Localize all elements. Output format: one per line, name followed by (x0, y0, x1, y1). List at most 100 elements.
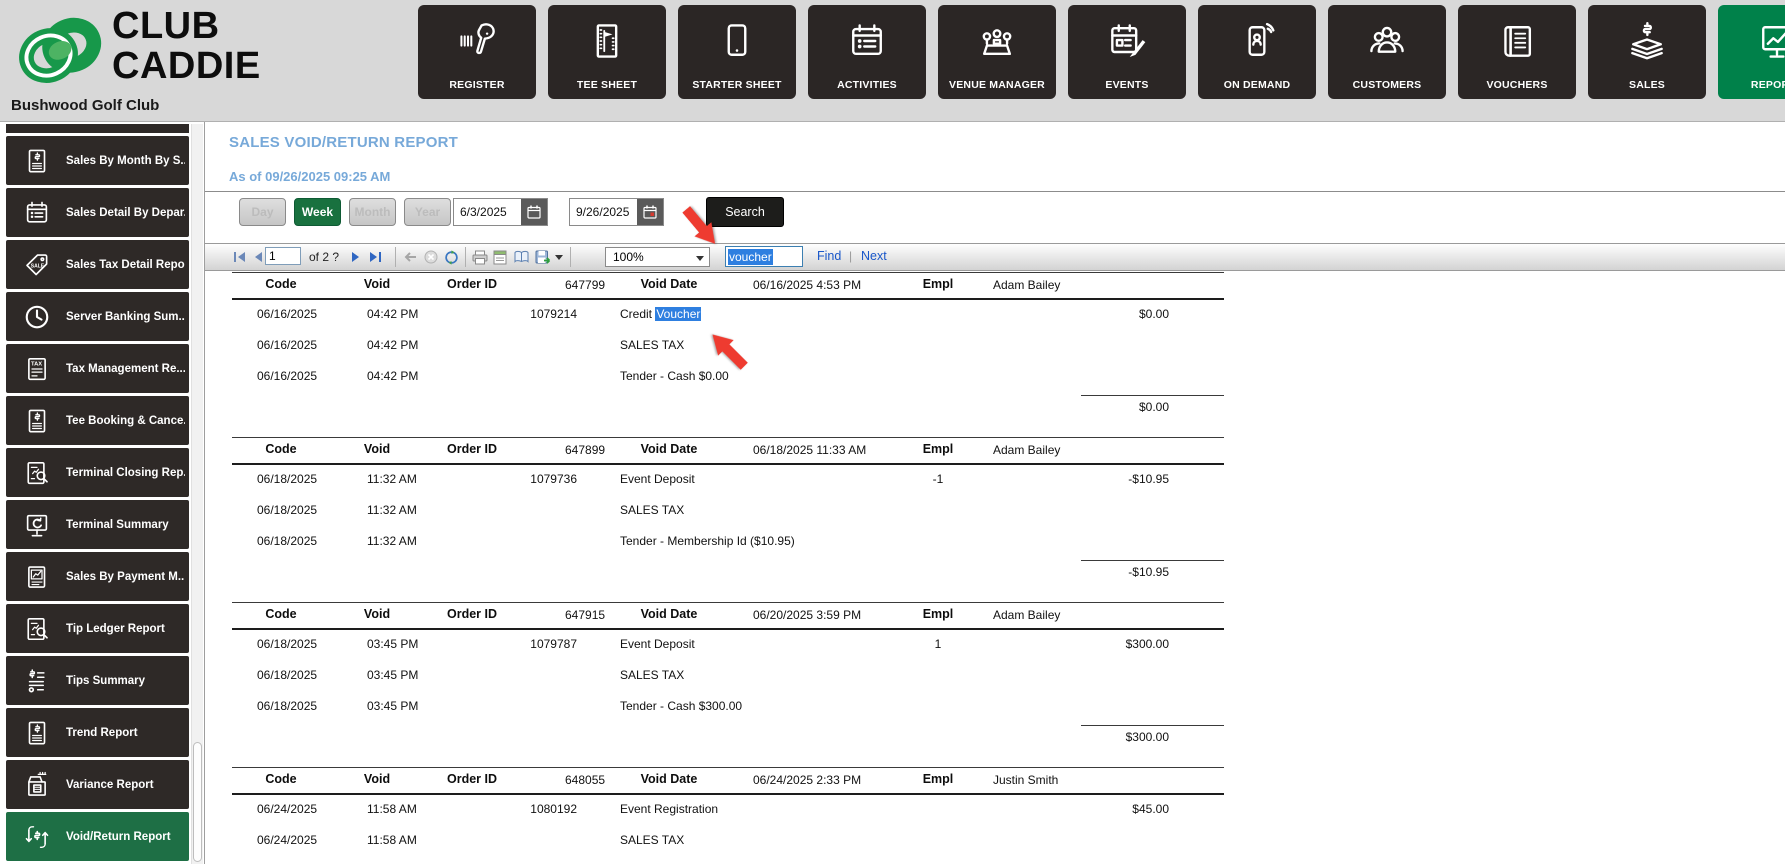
cell-time: 03:45 PM (367, 699, 419, 713)
sidebar-item-tip-ledger-report[interactable]: Tip Ledger Report (6, 604, 189, 653)
cell-date: 06/18/2025 (257, 668, 318, 682)
col-header-void-date: Void Date (640, 442, 698, 456)
nav-venue-manager[interactable]: VENUE MANAGER (938, 5, 1056, 99)
cell-amount: -$10.95 (1128, 472, 1169, 486)
nav-customers[interactable]: CUSTOMERS (1328, 5, 1446, 99)
cell-description: Tender - Membership Id ($10.95) (620, 534, 795, 548)
zoom-select[interactable]: 100% (605, 247, 710, 267)
cell-date: 06/18/2025 (257, 472, 318, 486)
sidebar-item-sales-by-payment-m[interactable]: Sales By Payment M... (6, 552, 189, 601)
app-title: CLUB CADDIE (112, 6, 261, 86)
nav-label: REGISTER (449, 79, 505, 91)
print-layout-button[interactable] (493, 249, 507, 265)
range-button-day[interactable]: Day (239, 198, 286, 226)
nav-label: ON DEMAND (1223, 79, 1291, 91)
zoom-value: 100% (613, 250, 644, 264)
sidebar-item-tips-summary[interactable]: Tips Summary (6, 656, 189, 705)
sidebar-item-trend-report[interactable]: Trend Report (6, 708, 189, 757)
sidebar-item-label: Tee Booking & Cance... (66, 414, 185, 427)
page-setup-button[interactable] (513, 249, 530, 265)
sidebar-item-label: Void/Return Report (66, 830, 171, 843)
sidebar-item-void-return-report[interactable]: Void/Return Report (6, 812, 189, 861)
sidebar-scrollbar[interactable] (191, 124, 203, 864)
invoice-dollar-icon (19, 143, 54, 178)
next-page-button[interactable] (351, 249, 363, 265)
cell-date: 06/16/2025 (257, 369, 318, 383)
nav-events[interactable]: EVENTS (1068, 5, 1186, 99)
col-header-empl: Empl (922, 607, 954, 621)
group-top-rule (232, 602, 1224, 603)
sidebar-item-variance-report[interactable]: Variance Report (6, 760, 189, 809)
group-subtotal: $0.00 (1138, 400, 1169, 414)
range-button-week[interactable]: Week (294, 198, 341, 226)
cell-time: 11:32 AM (367, 472, 417, 486)
sidebar-item-tax-management-re[interactable]: TAX Tax Management Re... (6, 344, 189, 393)
range-button-month[interactable]: Month (349, 198, 396, 226)
sidebar-item-sales-by-month-by-s[interactable]: Sales By Month By S... (6, 136, 189, 185)
start-date-calendar-button[interactable] (521, 199, 547, 225)
col-header-order-id: Order ID (446, 442, 497, 456)
doc-magnifier-icon (19, 611, 54, 646)
previous-page-button[interactable] (251, 249, 263, 265)
first-page-button[interactable] (233, 249, 246, 265)
sidebar-scrollbar-thumb[interactable] (193, 742, 202, 862)
sidebar-item-partial[interactable] (6, 124, 189, 133)
stop-button[interactable] (424, 249, 438, 265)
print-button[interactable] (472, 249, 488, 265)
group-void-date: 06/18/2025 11:33 AM (753, 443, 867, 457)
nav-sales[interactable]: SALES (1588, 5, 1706, 99)
group-order-id: 647899 (565, 443, 606, 457)
sidebar-item-terminal-closing-rep[interactable]: Terminal Closing Rep... (6, 448, 189, 497)
subtotal-rule (1081, 725, 1224, 726)
col-header-void-date: Void Date (640, 277, 698, 291)
end-date-field[interactable]: 9/26/2025 (569, 198, 664, 226)
next-button[interactable]: Next (861, 249, 887, 263)
subtotal-rule (1081, 560, 1224, 561)
find-text-input[interactable]: voucher (725, 246, 803, 267)
refresh-button[interactable] (444, 249, 459, 265)
cell-qty: -1 (932, 472, 944, 486)
nav-label: REPORTS (1750, 79, 1785, 91)
sidebar-item-label: Tips Summary (66, 674, 146, 687)
nav-on-demand[interactable]: ON DEMAND (1198, 5, 1316, 99)
export-dropdown-caret[interactable] (555, 249, 563, 265)
find-button[interactable]: Find (817, 249, 841, 263)
sidebar-item-server-banking-sum[interactable]: Server Banking Sum... (6, 292, 189, 341)
last-page-button[interactable] (369, 249, 382, 265)
dollar-list-icon (19, 663, 54, 698)
toolbar-separator (395, 247, 396, 267)
back-button[interactable] (403, 249, 417, 265)
cell-time: 11:58 AM (367, 802, 417, 816)
nav-register[interactable]: REGISTER (418, 5, 536, 99)
range-button-year[interactable]: Year (404, 198, 451, 226)
start-date-value[interactable]: 6/3/2025 (460, 199, 507, 225)
sidebar-item-sales-tax-detail-report[interactable]: SALE Sales Tax Detail Report (6, 240, 189, 289)
invoice-dollar-icon (19, 715, 54, 750)
calendar-pencil-icon (1068, 13, 1186, 68)
page-number-input[interactable] (265, 247, 301, 265)
group-header-rule (232, 298, 1224, 300)
calendar-today-icon (643, 205, 657, 219)
cell-amount: $0.00 (1138, 307, 1169, 321)
export-button[interactable] (535, 249, 551, 265)
barcode-scanner-icon (418, 13, 536, 68)
sidebar-item-label: Terminal Closing Rep... (66, 466, 185, 479)
group-order-id: 648055 (565, 773, 606, 787)
nav-tee-sheet[interactable]: TEE SHEET (548, 5, 666, 99)
sidebar-item-terminal-summary[interactable]: Terminal Summary (6, 500, 189, 549)
toolbar-separator (570, 247, 571, 267)
search-button[interactable]: Search (706, 197, 784, 227)
cell-description: Event Deposit (620, 637, 695, 651)
end-date-calendar-button[interactable] (637, 199, 663, 225)
sidebar-item-tee-booking-cance[interactable]: Tee Booking & Cance... (6, 396, 189, 445)
cash-dollar-icon (1588, 13, 1706, 68)
end-date-value[interactable]: 9/26/2025 (576, 199, 629, 225)
nav-vouchers[interactable]: VOUCHERS (1458, 5, 1576, 99)
sidebar-item-sales-detail-by-depar[interactable]: Sales Detail By Depar... (6, 188, 189, 237)
cell-date: 06/16/2025 (257, 307, 318, 321)
start-date-field[interactable]: 6/3/2025 (453, 198, 548, 226)
nav-starter-sheet[interactable]: STARTER SHEET (678, 5, 796, 99)
nav-activities[interactable]: ACTIVITIES (808, 5, 926, 99)
cell-time: 04:42 PM (367, 369, 419, 383)
nav-reports[interactable]: REPORTS (1718, 5, 1785, 99)
